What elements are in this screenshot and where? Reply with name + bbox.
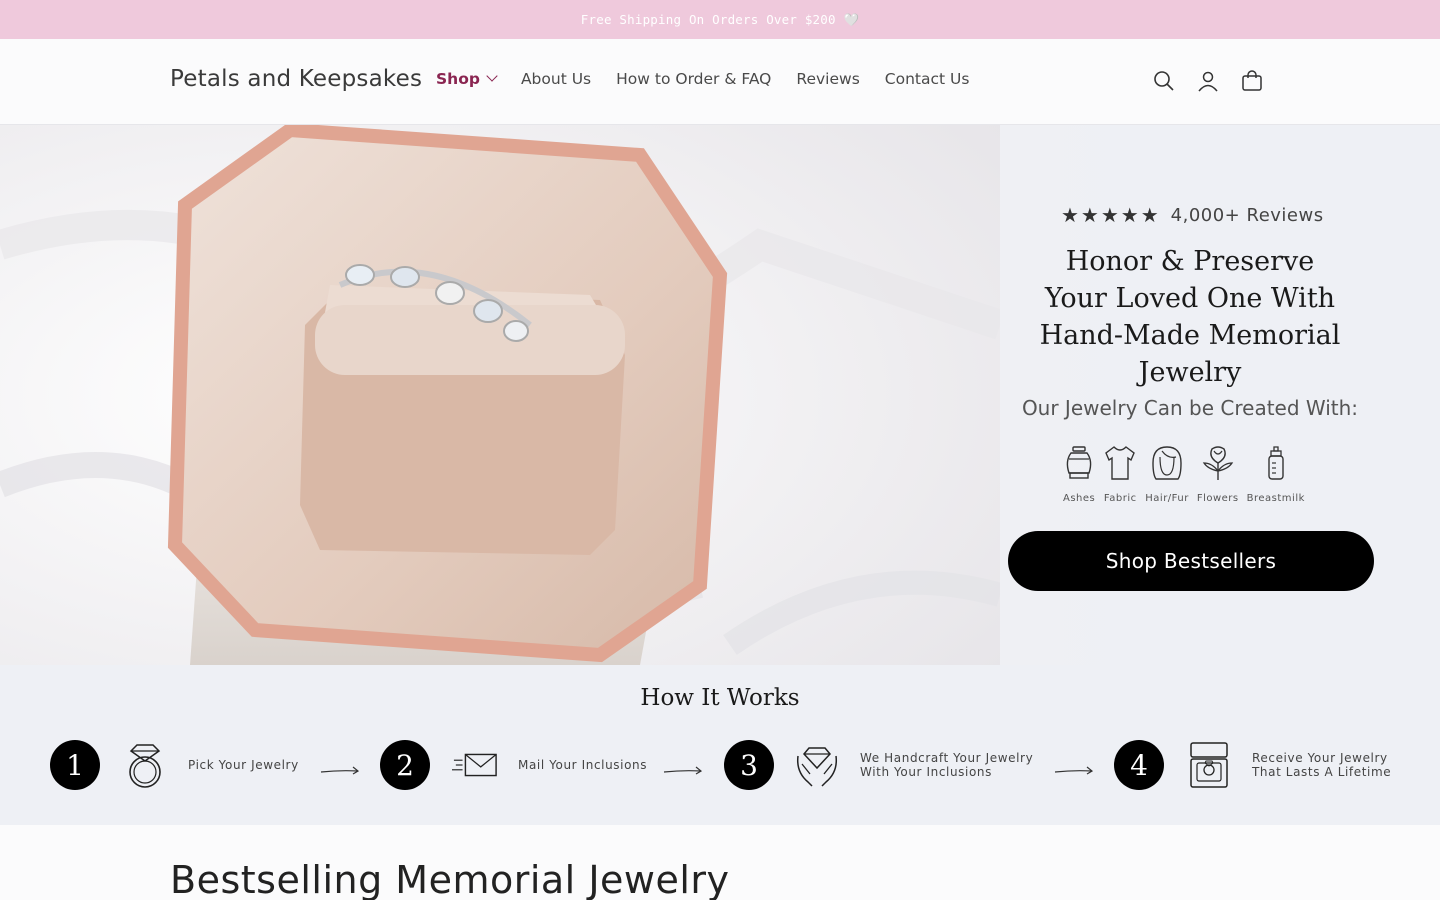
headline-line-3: Hand-Made Memorial Jewelry <box>1039 320 1341 388</box>
hero-headline: Honor & Preserve Your Loved One With Han… <box>995 243 1385 391</box>
step-text: Pick Your Jewelry <box>188 758 299 772</box>
step-text-line: Pick Your Jewelry <box>188 758 299 772</box>
cart-icon[interactable] <box>1238 67 1266 95</box>
star-rating-icon: ★★★★★ <box>1061 203 1161 227</box>
step-number: 3 <box>724 740 774 790</box>
inclusion-hair: Hair/Fur <box>1145 443 1189 504</box>
step-2: 2 Mail Your Inclusions <box>380 740 647 790</box>
search-icon[interactable] <box>1150 67 1178 95</box>
step-text-line: With Your Inclusions <box>860 765 992 779</box>
inclusion-label: Fabric <box>1103 493 1137 504</box>
header-icons <box>1150 67 1282 95</box>
announcement-text: Free Shipping On Orders Over $200 🤍 <box>580 11 860 27</box>
bestselling-heading: Bestselling Memorial Jewelry <box>170 858 730 900</box>
step-4: 4 Receive Your Jewelry That Lasts A Life… <box>1114 740 1391 790</box>
inclusion-label: Ashes <box>1063 493 1096 504</box>
hero-ring-box-image <box>0 125 1000 665</box>
step-1: 1 Pick Your Jewelry <box>50 740 299 790</box>
hero-banner: ★★★★★ 4,000+ Reviews Honor & Preserve Yo… <box>0 125 1440 665</box>
headline-line-1: Honor & Preserve <box>1065 246 1315 277</box>
chevron-down-icon <box>486 70 498 82</box>
step-text-line: Receive Your Jewelry <box>1252 751 1388 765</box>
inclusion-label: Breastmilk <box>1246 493 1305 504</box>
rating-row: ★★★★★ 4,000+ Reviews <box>1061 203 1324 227</box>
ring-box-icon <box>1186 740 1232 790</box>
step-number: 1 <box>50 740 100 790</box>
inclusion-fabric: Fabric <box>1103 443 1137 504</box>
rose-icon <box>1200 443 1236 483</box>
announcement-bar: Free Shipping On Orders Over $200 🤍 <box>0 0 1440 39</box>
arrow-right-icon <box>320 766 360 775</box>
step-text-line: That Lasts A Lifetime <box>1252 765 1392 779</box>
account-icon[interactable] <box>1194 67 1222 95</box>
step-text: Receive Your Jewelry That Lasts A Lifeti… <box>1252 751 1391 779</box>
step-3: 3 We Handcraft Your Jewelry With Your In… <box>724 740 1033 790</box>
bottle-icon <box>1264 443 1288 483</box>
step-text-line: We Handcraft Your Jewelry <box>860 751 1034 765</box>
nav-contact[interactable]: Contact Us <box>885 70 970 88</box>
nav-reviews[interactable]: Reviews <box>796 70 859 88</box>
hair-icon <box>1150 443 1184 483</box>
step-text-line: Mail Your Inclusions <box>518 758 648 772</box>
inclusion-label: Flowers <box>1196 493 1239 504</box>
arrow-right-icon <box>663 766 703 775</box>
nav-about[interactable]: About Us <box>521 70 591 88</box>
ring-icon <box>122 740 168 790</box>
inclusion-breastmilk: Breastmilk <box>1247 443 1305 504</box>
shop-bestsellers-button[interactable]: Shop Bestsellers <box>1008 531 1374 591</box>
inclusion-ashes: Ashes <box>1063 443 1095 504</box>
hero-content: ★★★★★ 4,000+ Reviews Honor & Preserve Yo… <box>995 125 1385 665</box>
headline-line-2: Your Loved One With <box>1044 283 1336 314</box>
arrow-right-icon <box>1054 766 1094 775</box>
hands-diamond-icon <box>794 740 840 790</box>
nav-shop[interactable]: Shop <box>436 70 498 88</box>
inclusion-label: Hair/Fur <box>1145 493 1189 504</box>
step-number: 4 <box>1114 740 1164 790</box>
step-text: Mail Your Inclusions <box>518 758 647 772</box>
envelope-icon <box>452 740 498 790</box>
shirt-icon <box>1103 443 1137 483</box>
how-it-works-section: How It Works 1 Pick Your Jewelry 2 Mail … <box>0 665 1440 825</box>
site-header: Petals and Keepsakes Shop About Us How t… <box>0 39 1440 125</box>
nav-how-to-order[interactable]: How to Order & FAQ <box>616 70 771 88</box>
inclusion-flowers: Flowers <box>1197 443 1239 504</box>
reviews-count[interactable]: 4,000+ Reviews <box>1171 205 1324 226</box>
nav-shop-label: Shop <box>436 70 480 88</box>
step-text: We Handcraft Your Jewelry With Your Incl… <box>860 751 1033 779</box>
inclusions-list: Ashes Fabric Hair/Fur Flowers Breastmilk <box>1063 443 1313 504</box>
main-nav: Shop About Us How to Order & FAQ Reviews… <box>436 70 994 88</box>
how-it-works-title: How It Works <box>640 685 800 711</box>
created-with-heading: Our Jewelry Can be Created With: <box>1021 396 1359 420</box>
urn-icon <box>1063 443 1095 483</box>
step-number: 2 <box>380 740 430 790</box>
logo[interactable]: Petals and Keepsakes <box>170 66 422 92</box>
